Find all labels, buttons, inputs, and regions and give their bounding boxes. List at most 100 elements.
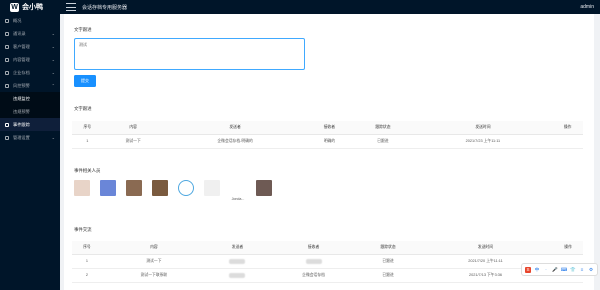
column-header: 发送时间 <box>413 121 553 135</box>
cell-content: 测试一下联系联 <box>101 268 207 283</box>
sidebar-item-violation-alert[interactable]: 违规预警 <box>0 105 60 118</box>
sidebar-item-violation-monitor[interactable]: 违规监控 <box>0 92 60 105</box>
table-header-row: 序号 内容 发送者 接收者 跟踪状态 发送时间 操作 <box>72 121 583 135</box>
avatar <box>204 180 220 196</box>
column-header: 跟踪状态 <box>358 241 418 255</box>
event-icon <box>5 122 9 127</box>
sidebar-item-event-tracking[interactable]: 事件跟踪 <box>0 118 60 131</box>
sidebar-item-label: 风控预警 <box>13 82 30 88</box>
sidebar-item-label: 事件跟踪 <box>13 121 30 127</box>
cell-status: 已跟进 <box>352 134 414 149</box>
form-section-title: 文字跟进 <box>74 27 92 32</box>
customer-icon <box>5 44 9 49</box>
sidebar-item-label: 企业存档 <box>13 69 30 75</box>
sidebar-item-content[interactable]: 内容管理 ⌄ <box>0 53 60 66</box>
sidebar-item-label: 管理设置 <box>13 134 30 140</box>
sidebar-item-contacts[interactable]: 通讯录 ⌄ <box>0 27 60 40</box>
sidebar-item-label: 违规监控 <box>13 95 30 101</box>
chevron-down-icon: ⌄ <box>51 57 55 62</box>
column-header: 内容 <box>101 241 207 255</box>
table-header-row: 序号 内容 发送者 接收者 跟踪状态 发送时间 操作 <box>72 241 583 255</box>
sogou-icon[interactable]: S <box>525 266 531 273</box>
menu-icon[interactable]: ≡ <box>579 267 585 273</box>
table1-section-title: 文字跟进 <box>74 106 92 111</box>
user-name[interactable]: admin <box>580 4 594 10</box>
table-row[interactable]: 1 测试一下 企微会话存档-明确的 明确的 已跟进 2021/7/23 上午11… <box>72 134 583 149</box>
chevron-down-icon: ⌄ <box>51 70 55 75</box>
sidebar-item-overview[interactable]: 概况 <box>0 14 60 27</box>
column-header: 内容 <box>102 121 164 135</box>
sidebar-item-label: 客户管理 <box>13 43 30 49</box>
follow-up-table: 序号 内容 发送者 接收者 跟踪状态 发送时间 操作 1 测试一下 企微会话存档… <box>72 121 583 149</box>
sidebar-item-settings[interactable]: 管理设置 ⌄ <box>0 131 60 144</box>
redacted-text <box>305 258 322 264</box>
sidebar: 概况 通讯录 ⌄ 客户管理 ⌄ 内容管理 ⌄ 企业存档 ⌄ 风控预警 ⌃ 违规监控 违规预… <box>0 14 60 290</box>
sidebar-item-customers[interactable]: 客户管理 ⌄ <box>0 40 60 53</box>
avatar <box>100 180 116 196</box>
sidebar-item-label: 内容管理 <box>13 56 30 62</box>
column-header: 发送者 <box>163 121 307 135</box>
cell-content: 测试一下 <box>102 134 164 149</box>
keyboard-icon[interactable]: ⌨ <box>561 267 568 273</box>
person-avatar[interactable] <box>100 180 116 202</box>
chevron-down-icon: ⌄ <box>51 31 55 36</box>
logo-text: 会小鸭 <box>22 4 43 11</box>
cell-status: 已跟进 <box>358 254 418 269</box>
top-header: W 会小鸭 会话存档专用服务器 admin <box>0 0 600 14</box>
redacted-text <box>229 272 246 278</box>
table-row[interactable]: 1 测试一下 已跟进 2021/7/20 上午11:11 <box>72 254 583 269</box>
follow-up-textarea[interactable]: 测试 <box>74 38 305 70</box>
column-header: 接收者 <box>268 241 359 255</box>
avatar <box>126 180 142 196</box>
cell-sender: 企微会话存档-明确的 <box>163 134 307 149</box>
cell-action[interactable] <box>552 134 583 149</box>
column-header: 操作 <box>552 121 583 135</box>
cell-time: 2021/7/23 上午11:11 <box>413 134 553 149</box>
person-avatar[interactable] <box>178 180 194 202</box>
chevron-down-icon: ⌄ <box>51 44 55 49</box>
sidebar-item-archive[interactable]: 企业存档 ⌄ <box>0 66 60 79</box>
avatar <box>256 180 272 196</box>
cell-receiver <box>268 254 359 269</box>
archive-icon <box>5 70 9 75</box>
column-header: 发送者 <box>206 241 269 255</box>
app-logo[interactable]: W 会小鸭 <box>0 2 60 12</box>
content-icon <box>5 57 9 62</box>
chevron-up-icon: ⌃ <box>51 83 55 88</box>
chinese-mode-icon[interactable]: 中 <box>534 267 540 273</box>
submit-button[interactable]: 提交 <box>74 75 96 87</box>
settings-icon[interactable]: ⚙ <box>588 267 594 273</box>
avatar <box>230 180 246 196</box>
cell-content: 测试一下 <box>101 254 207 269</box>
column-header: 发送时间 <box>417 241 554 255</box>
person-avatar[interactable] <box>152 180 168 202</box>
person-avatar[interactable] <box>256 180 272 202</box>
shield-icon <box>5 83 9 88</box>
sidebar-item-risk-control[interactable]: 风控预警 ⌃ <box>0 79 60 92</box>
person-avatar[interactable]: Jonda... <box>230 180 246 202</box>
cell-sender <box>206 268 269 283</box>
table-row[interactable]: 2 测试一下联系联 企微会话存档 已跟进 2021/7/13 下午3:36 <box>72 268 583 283</box>
person-avatar[interactable] <box>126 180 142 202</box>
logo-icon: W <box>10 2 19 12</box>
main-content: 文字跟进 测试 提交 文字跟进 序号 内容 发送者 接收者 跟踪状态 发送时间 … <box>64 14 594 290</box>
contacts-icon <box>5 31 9 36</box>
cell-status: 已跟进 <box>358 268 418 283</box>
column-header: 操作 <box>553 241 583 255</box>
chevron-down-icon: ⌄ <box>51 135 55 140</box>
people-list: Jonda... <box>74 180 334 214</box>
microphone-icon[interactable]: 🎤 <box>552 267 558 273</box>
avatar <box>152 180 168 196</box>
punctuation-icon[interactable]: · <box>543 267 549 273</box>
cell-index: 1 <box>72 254 102 269</box>
skin-icon[interactable]: 👕 <box>570 267 576 273</box>
person-avatar[interactable] <box>204 180 220 202</box>
event-communication-table: 序号 内容 发送者 接收者 跟踪状态 发送时间 操作 1 测试一下 已跟进 20… <box>72 241 583 283</box>
menu-toggle-icon[interactable] <box>66 3 76 11</box>
sidebar-item-label: 违规预警 <box>13 108 30 114</box>
sidebar-item-label: 通讯录 <box>13 30 26 36</box>
ime-toolbar[interactable]: S 中 · 🎤 ⌨ 👕 ≡ ⚙ <box>521 263 598 276</box>
avatar <box>74 180 90 196</box>
person-avatar[interactable] <box>74 180 90 202</box>
column-header: 序号 <box>72 241 102 255</box>
